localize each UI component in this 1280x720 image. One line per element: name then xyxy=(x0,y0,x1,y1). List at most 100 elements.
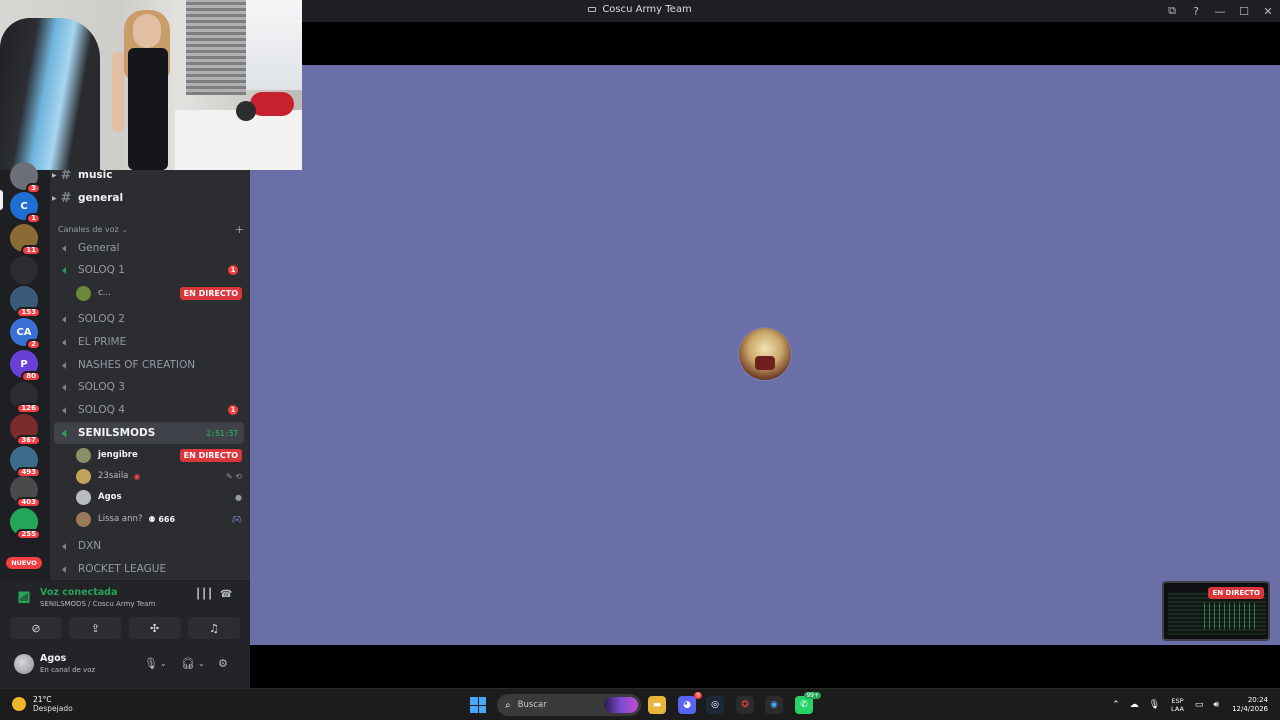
server-icon[interactable]: CA 2 xyxy=(10,318,41,350)
clock-time: 20:24 xyxy=(1247,696,1268,704)
user-name: jengibre xyxy=(98,450,138,460)
server-icon[interactable]: 493 xyxy=(10,446,41,478)
channel-general[interactable]: ▶ # general xyxy=(52,187,244,209)
voice-channel-general[interactable]: 🔈︎ General xyxy=(54,237,244,259)
speaker-avatar[interactable] xyxy=(739,328,791,380)
discord-icon[interactable]: ◕ 9 xyxy=(678,692,702,714)
noise-suppression-icon[interactable]: ┃┃┃ xyxy=(195,589,213,600)
voice-channel-soloq3[interactable]: 🔈︎ SOLOQ 3 xyxy=(54,376,244,398)
user-panel: Agos En canal de voz 🎙︎ ⌄ 🎧︎ ⌄ ⚙ xyxy=(0,644,250,688)
voice-user[interactable]: 23saila ◉ ✎ ⟲ xyxy=(76,466,242,486)
muted-status-icons: ✎ ⟲ xyxy=(226,471,242,481)
language-indicator[interactable]: ESP LAA xyxy=(1171,697,1184,713)
window-title-text: Coscu Army Team xyxy=(602,4,692,15)
user-name[interactable]: Agos xyxy=(40,653,66,664)
speaker-icon: 🔈︎ xyxy=(62,538,70,553)
lang-line1: ESP xyxy=(1171,697,1184,705)
webcam-blind xyxy=(186,0,246,95)
voice-user[interactable]: jengibre EN DIRECTO xyxy=(76,445,242,465)
activity-icon: 🎮︎ xyxy=(231,514,242,524)
channel-music[interactable]: ▶ # music xyxy=(52,170,244,186)
channel-name: SOLOQ 4 xyxy=(78,404,125,416)
speaker-icon: 🔈︎ xyxy=(62,311,70,326)
new-badge[interactable]: NUEVO xyxy=(6,557,42,569)
clock[interactable]: 20:24 12/4/2026 xyxy=(1232,696,1268,714)
whatsapp-icon[interactable]: ✆ 99+ xyxy=(795,692,821,714)
server-icon[interactable]: P 80 xyxy=(10,350,41,382)
microphone-icon[interactable]: 🎙︎ xyxy=(1149,700,1160,710)
signal-icon[interactable]: 📶︎ xyxy=(17,591,31,604)
channel-name: NASHES OF CREATION xyxy=(78,359,196,371)
microphone-icon[interactable]: 🎙︎ xyxy=(144,657,158,670)
game-launcher-icon[interactable]: ✪ xyxy=(736,696,754,714)
server-icon[interactable] xyxy=(10,256,38,284)
close-button[interactable]: ✕ xyxy=(1256,0,1280,22)
gear-icon[interactable]: ⚙ xyxy=(218,657,228,670)
weather-icon xyxy=(12,697,26,711)
voice-channel-dxn[interactable]: 🔈︎ DXN xyxy=(54,535,244,557)
mention-badge: 1 xyxy=(228,265,238,275)
server-icon[interactable]: 3 xyxy=(10,162,41,194)
server-badge: 2 xyxy=(26,339,41,350)
voice-channel-el-prime[interactable]: 🔈︎ EL PRIME xyxy=(54,331,244,353)
speaker-icon: 🔈︎ xyxy=(62,334,70,349)
steam-icon[interactable]: ◎ xyxy=(706,696,724,714)
start-button[interactable] xyxy=(470,697,486,713)
search-box[interactable]: ⌕ Buscar xyxy=(497,694,641,716)
server-icon[interactable]: 367 xyxy=(10,414,41,446)
file-explorer-icon[interactable]: ▬ xyxy=(648,696,666,714)
server-icon[interactable]: 11 xyxy=(10,224,41,256)
voice-category[interactable]: Canales de voz ⌄ + xyxy=(58,223,244,236)
voice-status[interactable]: Voz conectada xyxy=(40,587,117,598)
soundboard-button[interactable]: ♫ xyxy=(187,617,240,639)
voice-channel-senilsmods[interactable]: 🔈︎ SENILSMODS 2:51:57 xyxy=(54,422,244,444)
search-icon: ⌕ xyxy=(505,699,511,711)
screen-share-button[interactable]: ⇪ xyxy=(69,617,122,639)
chrome-icon[interactable]: ◉ xyxy=(765,696,783,714)
server-badge: 367 xyxy=(16,435,41,446)
activities-button[interactable]: ✣ xyxy=(128,617,181,639)
server-icon[interactable]: 126 xyxy=(10,382,41,414)
chevron-down-icon[interactable]: ⌄ xyxy=(198,659,205,668)
help-icon[interactable]: ? xyxy=(1184,0,1208,22)
weather-widget[interactable]: 21°C Despejado xyxy=(12,695,73,713)
server-badge: 1 xyxy=(26,213,41,224)
minimize-button[interactable]: — xyxy=(1208,0,1232,22)
voice-channel-rocket-league[interactable]: 🔈︎ ROCKET LEAGUE xyxy=(54,558,244,580)
activities-icon: ✣ xyxy=(150,621,160,635)
voice-location[interactable]: SENILSMODS / Coscu Army Team xyxy=(40,600,155,608)
weather-desc: Despejado xyxy=(33,704,73,713)
server-icon[interactable]: 255 xyxy=(10,508,41,540)
avatar[interactable] xyxy=(14,654,34,674)
user-status: En canal de voz xyxy=(40,666,96,674)
system-tray: ⌃ ☁ 🎙︎ ESP LAA ▭ 🔊︎ 20:24 12/4/2026 xyxy=(1107,689,1280,720)
avatar xyxy=(76,285,91,301)
inbox-icon[interactable]: ⧉ xyxy=(1160,0,1184,22)
voice-user[interactable]: Agos ● xyxy=(76,487,242,507)
voice-channel-nashes[interactable]: 🔈︎ NASHES OF CREATION xyxy=(54,354,244,376)
user-extra-value: 666 xyxy=(158,514,176,524)
headphones-icon[interactable]: 🎧︎ xyxy=(181,657,195,670)
maximize-button[interactable]: ☐ xyxy=(1232,0,1256,22)
stream-preview[interactable]: EN DIRECTO xyxy=(1162,581,1270,641)
onedrive-icon[interactable]: ☁ xyxy=(1130,700,1139,710)
chevron-down-icon[interactable]: ⌄ xyxy=(160,659,167,668)
server-icon[interactable]: 403 xyxy=(10,476,41,508)
volume-icon[interactable]: 🔊︎ xyxy=(1213,700,1219,710)
server-icon[interactable]: 153 xyxy=(10,286,41,318)
camera-off-button[interactable]: ⊘ xyxy=(10,617,62,639)
disconnect-icon[interactable]: ☎ xyxy=(220,589,232,600)
voice-channel-soloq1[interactable]: 🔈︎ SOLOQ 1 1 xyxy=(54,259,244,281)
voice-channel-soloq4[interactable]: 🔈︎ SOLOQ 4 1 xyxy=(54,399,244,421)
voice-channel-soloq2[interactable]: 🔈︎ SOLOQ 2 xyxy=(54,308,244,330)
server-badge: 153 xyxy=(16,307,41,318)
voice-user[interactable]: Lissa ann? ⚉ 666 🎮︎ xyxy=(76,509,242,529)
voice-user[interactable]: c... EN DIRECTO xyxy=(76,283,242,303)
soundboard-icon: ♫ xyxy=(209,621,219,635)
server-icon[interactable]: C1 xyxy=(10,192,41,224)
network-icon[interactable]: ▭ xyxy=(1195,700,1204,710)
chevron-down-icon: ⌄ xyxy=(121,225,128,234)
speaker-icon: 🔈︎ xyxy=(62,357,70,372)
chevron-up-icon[interactable]: ⌃ xyxy=(1112,700,1120,710)
add-channel-icon[interactable]: + xyxy=(235,223,244,236)
